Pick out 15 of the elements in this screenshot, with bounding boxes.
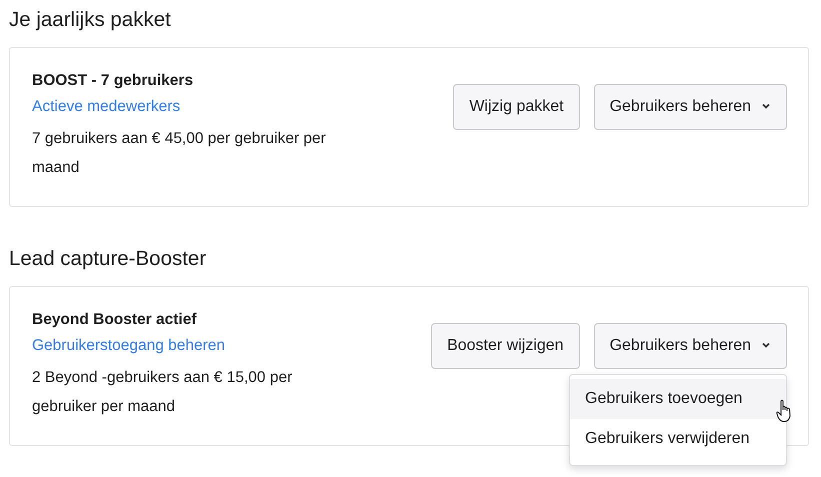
price-description: 7 gebruikers aan € 45,00 per gebruiker per maand — [32, 129, 327, 178]
manage-link[interactable]: Gebruikerstoegang beheren — [32, 334, 226, 358]
caret-icon — [761, 342, 771, 350]
menu-item[interactable]: Gebruikers verwijderen — [570, 418, 786, 459]
package-title: BOOST - 7 gebruikers — [32, 70, 194, 91]
manage-users-dropdown[interactable]: Gebruikers beheren — [594, 322, 787, 369]
manage-link[interactable]: Actieve medewerkers — [32, 94, 180, 118]
section-heading: Lead capture-Booster — [9, 247, 208, 272]
change-button[interactable]: Booster wijzigen — [431, 322, 580, 369]
section-heading: Je jaarlijks pakket — [9, 8, 172, 33]
manage-users-dropdown[interactable]: Gebruikers beheren — [594, 84, 787, 130]
package-title: Beyond Booster actief — [32, 310, 198, 330]
price-description: 2 Beyond -gebruikers aan € 15,00 per gebruiker per maand — [32, 368, 294, 418]
caret-icon — [761, 103, 771, 110]
change-button[interactable]: Wijzig pakket — [453, 84, 580, 130]
